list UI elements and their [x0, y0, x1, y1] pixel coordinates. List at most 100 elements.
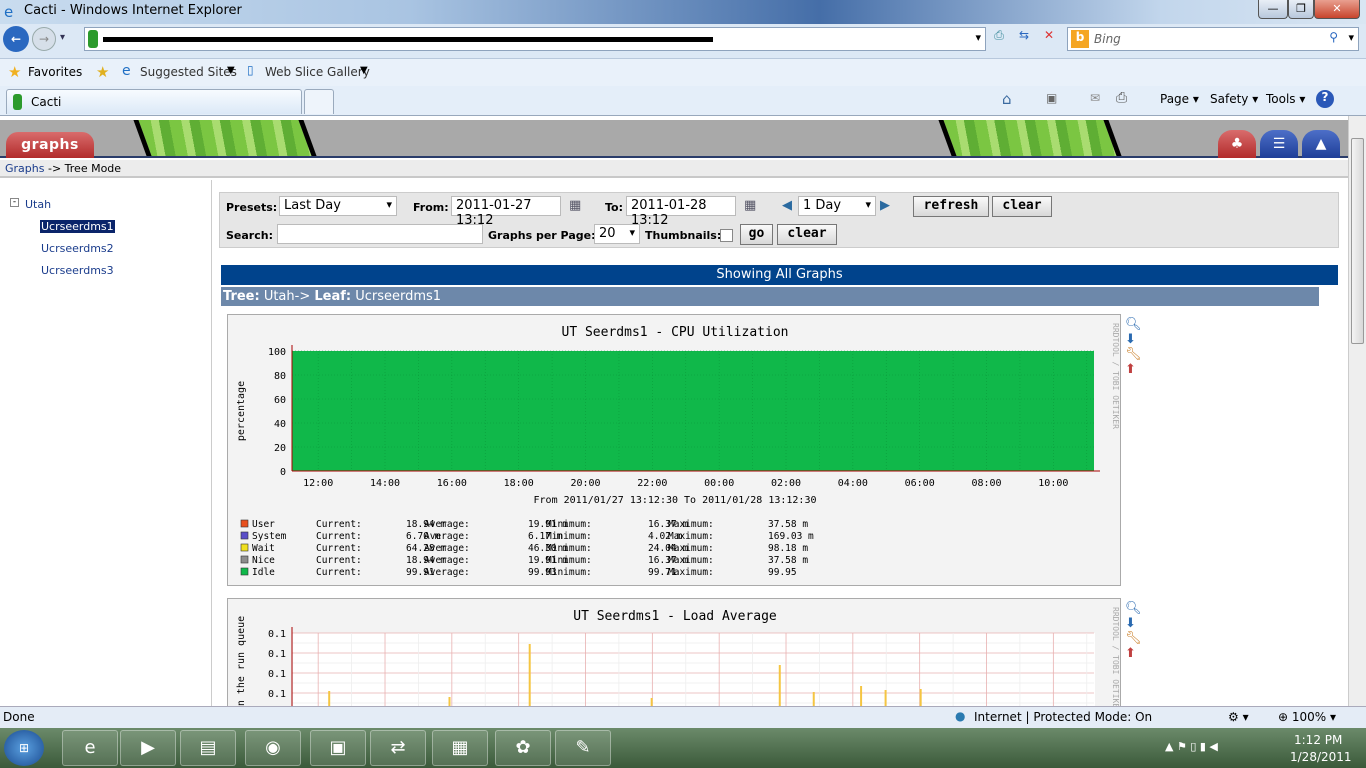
chevron-down-icon[interactable]: ▼ — [360, 65, 368, 76]
load-graph[interactable]: UT Seerdms1 - Load Average 0.1 0.1 0.1 0.1 n … — [227, 598, 1121, 706]
top-icon[interactable]: ⬆ — [1125, 362, 1142, 377]
vertical-scrollbar[interactable] — [1348, 116, 1366, 706]
clear-search-button[interactable]: clear — [777, 224, 837, 245]
go-button[interactable]: go — [740, 224, 773, 245]
taskbar-paint[interactable]: ✎ — [555, 730, 611, 766]
preview-view-icon[interactable]: ▲ — [1302, 130, 1340, 158]
stop-icon[interactable]: ✕ — [1038, 28, 1060, 50]
tree-node-utah[interactable]: Utah — [25, 198, 51, 211]
mail-icon[interactable]: ✉ — [1090, 91, 1100, 105]
leaf-label: Leaf: — [314, 289, 352, 304]
zoom-icon[interactable]: 🔍︎ — [1125, 601, 1142, 616]
taskbar-remote[interactable]: ▣ — [310, 730, 366, 766]
zoom-level[interactable]: ⊕ 100% ▾ — [1278, 710, 1336, 724]
protected-mode-icon[interactable]: ⚙ ▾ — [1228, 710, 1249, 724]
shift-right-icon[interactable]: ▶ — [880, 198, 890, 213]
taskbar-media[interactable]: ▶ — [120, 730, 176, 766]
address-dropdown[interactable]: ▾ — [975, 31, 981, 44]
clock-date: 1/28/2011 — [1290, 750, 1352, 764]
tree-leaf[interactable]: Ucrseerdms3 — [41, 264, 114, 277]
time-range-text: From 2011/01/27 13:12:30 To 2011/01/28 1… — [534, 495, 817, 506]
address-bar[interactable]: ▾ — [84, 27, 986, 51]
forward-button[interactable]: → — [32, 27, 56, 51]
home-icon[interactable]: ⌂ — [1002, 90, 1012, 108]
graphs-per-page-label: Graphs per Page: — [488, 229, 596, 242]
tree-leaf[interactable]: Ucrseerdms1 — [40, 220, 115, 233]
back-button[interactable]: ← — [3, 26, 29, 52]
x-tick-label: 16:00 — [437, 478, 467, 489]
taskbar-network[interactable]: ⇄ — [370, 730, 426, 766]
print-icon[interactable]: ⎙ — [1116, 90, 1127, 106]
csv-export-icon[interactable]: ⬇ — [1125, 332, 1142, 347]
zoom-icon[interactable]: 🔍︎ — [1125, 317, 1142, 332]
calendar-icon[interactable]: ▦ — [569, 198, 581, 213]
taskbar-pictures[interactable]: ▦ — [432, 730, 488, 766]
leaf-value: Ucrseerdms1 — [351, 289, 442, 304]
tab-cacti[interactable]: Cacti — [6, 89, 302, 114]
list-view-icon[interactable]: ☰ — [1260, 130, 1298, 158]
page-menu[interactable]: Page ▾ — [1160, 92, 1199, 106]
shift-left-icon[interactable]: ◀ — [782, 198, 792, 213]
load-spike — [860, 686, 863, 706]
y-tick-label: 60 — [274, 395, 286, 406]
status-text: Done — [3, 710, 35, 724]
start-button[interactable]: ⊞ — [4, 730, 44, 766]
csv-export-icon[interactable]: ⬇ — [1125, 616, 1142, 631]
to-input[interactable]: 2011-01-28 13:12 — [626, 196, 736, 228]
thumbnails-checkbox[interactable] — [720, 229, 733, 242]
legend-value: 37.58 m — [768, 519, 808, 530]
favorites-button[interactable]: Favorites — [28, 65, 82, 79]
tools-menu[interactable]: Tools ▾ — [1266, 92, 1305, 106]
top-icon[interactable]: ⬆ — [1125, 646, 1142, 661]
refresh-icon[interactable]: ⇆ — [1012, 28, 1036, 50]
graph-actions: 🔍︎ ⬇ 🔧︎ ⬆ — [1125, 317, 1142, 377]
breadcrumb: Graphs -> Tree Mode — [0, 160, 1348, 178]
web-slice-gallery-link[interactable]: Web Slice Gallery — [265, 65, 370, 79]
search-input[interactable] — [277, 224, 483, 244]
refresh-button[interactable]: refresh — [913, 196, 989, 217]
load-spike — [528, 644, 531, 706]
search-box[interactable]: b Bing ⚲ ▾ — [1067, 27, 1359, 51]
taskbar-explorer[interactable]: ▤ — [180, 730, 236, 766]
to-label: To: — [605, 201, 623, 214]
chevron-down-icon[interactable]: ▼ — [227, 65, 235, 76]
tab-bar: Cacti ⌂ ▣ ✉ ⎙ Page ▾ Safety ▾ Tools ▾ ? — [0, 86, 1366, 116]
history-dropdown[interactable]: ▾ — [60, 32, 65, 43]
tree-leaf[interactable]: Ucrseerdms2 — [41, 242, 114, 255]
close-button[interactable]: ✕ — [1314, 0, 1360, 19]
clear-button[interactable]: clear — [992, 196, 1052, 217]
timespan-select[interactable]: 1 Day — [798, 196, 876, 216]
minimize-button[interactable]: — — [1258, 0, 1288, 19]
graphs-per-page-select[interactable]: 20 — [594, 224, 640, 244]
tray-icons[interactable]: ▲ ⚑ ▯ ▮ ◀ — [1165, 740, 1218, 753]
from-input[interactable]: 2011-01-27 13:12 — [451, 196, 561, 228]
safety-menu[interactable]: Safety ▾ — [1210, 92, 1258, 106]
cpu-graph[interactable]: UT Seerdms1 - CPU Utilization 0 20 40 60 80 10… — [227, 314, 1121, 586]
help-icon[interactable]: ? — [1316, 90, 1334, 108]
search-icon[interactable]: ⚲ — [1329, 30, 1338, 44]
suggested-sites-link[interactable]: Suggested Sites — [140, 65, 237, 79]
breadcrumb-graphs-link[interactable]: Graphs — [5, 162, 44, 175]
search-dropdown[interactable]: ▾ — [1348, 31, 1354, 44]
tree-view-icon[interactable]: ♣ — [1218, 130, 1256, 158]
legend-value: 98.18 m — [768, 543, 808, 554]
y-tick-label: 100 — [268, 347, 286, 358]
presets-select[interactable]: Last Day — [279, 196, 397, 216]
taskbar-app[interactable]: ✿ — [495, 730, 551, 766]
taskbar-ie[interactable]: e — [62, 730, 118, 766]
calendar-icon[interactable]: ▦ — [744, 198, 756, 213]
feeds-icon[interactable]: ▣ — [1046, 91, 1057, 105]
load-spike — [812, 692, 815, 706]
graph-tree: - Utah Ucrseerdms1 Ucrseerdms2 Ucrseerdm… — [0, 180, 212, 706]
cacti-header: graphs ♣ ☰ ▲ — [0, 120, 1348, 158]
new-tab-button[interactable] — [304, 89, 334, 114]
collapse-icon[interactable]: - — [10, 198, 19, 207]
properties-icon[interactable]: 🔧︎ — [1125, 347, 1142, 362]
graphs-tab[interactable]: graphs — [6, 132, 94, 158]
scrollbar-thumb[interactable] — [1351, 138, 1364, 344]
properties-icon[interactable]: 🔧︎ — [1125, 631, 1142, 646]
compatibility-icon[interactable]: ⎙ — [988, 28, 1010, 50]
add-favorite-icon[interactable]: ★ — [96, 63, 109, 81]
taskbar-firefox[interactable]: ◉ — [245, 730, 301, 766]
restore-button[interactable]: ❐ — [1288, 0, 1314, 19]
